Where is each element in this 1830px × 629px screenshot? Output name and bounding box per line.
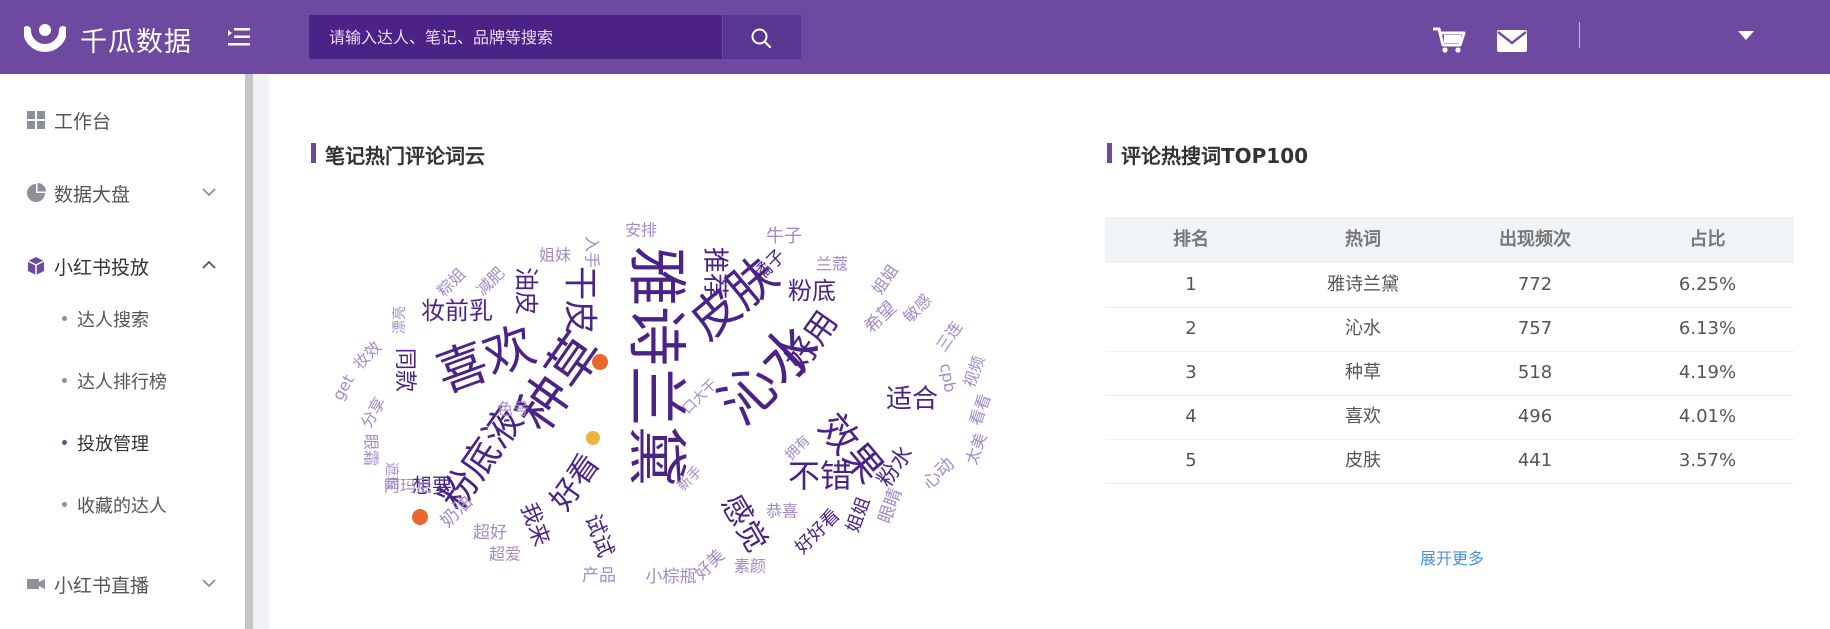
word-cloud-word: 雅诗兰黛 (620, 246, 690, 486)
cell-rank: 4 (1185, 406, 1197, 427)
word-cloud-word: 推荐 (700, 247, 730, 299)
cell-word: 沁水 (1345, 318, 1381, 339)
cell-rank: 2 (1185, 318, 1197, 339)
word-cloud-word: 素颜 (734, 557, 766, 576)
word-cloud-word: 分享 (357, 394, 389, 431)
word-cloud-word: 好美 (691, 546, 729, 584)
column-header-word: 热词 (1345, 229, 1381, 250)
table-row: 5 皮肤 441 3.57% (1105, 439, 1794, 484)
word-cloud-word: 兰蔻 (816, 255, 848, 274)
cell-ratio: 4.01% (1678, 406, 1737, 427)
emoji-icon (592, 354, 608, 370)
table-header: 排名 热词 出现频次 占比 (1105, 217, 1794, 263)
word-cloud-word: 粉底 (788, 277, 836, 305)
word-cloud-word: 干皮 (560, 266, 600, 334)
cell-frequency: 518 (1517, 362, 1553, 383)
emoji-icon (586, 431, 600, 445)
word-cloud-word: 三连 (932, 318, 966, 355)
word-cloud-word: 眼霜 (362, 434, 381, 466)
word-cloud-word: 妆效 (349, 337, 385, 373)
word-cloud-word: 牛子 (766, 226, 802, 247)
word-cloud-word: 产品 (582, 566, 616, 586)
word-cloud-word: 眼睛 (875, 485, 907, 526)
word-cloud-word: 恭喜 (766, 502, 798, 521)
word-cloud-word: 试试 (579, 511, 618, 561)
word-cloud-word: 同款 (392, 348, 417, 392)
word-cloud-word: 油皮 (512, 267, 540, 315)
word-cloud-word: 小棕瓶 (646, 567, 697, 587)
word-cloud-word: 好好看 (791, 505, 844, 558)
cell-word: 皮肤 (1345, 450, 1381, 471)
cell-frequency: 772 (1517, 274, 1553, 295)
table-row: 3 种草 518 4.19% (1105, 351, 1794, 396)
word-cloud-word: 姐姐 (843, 494, 875, 535)
word-cloud-word: 超爱 (489, 545, 521, 564)
word-cloud-word: 漂亮 (391, 306, 408, 334)
cell-rank: 5 (1185, 450, 1197, 471)
word-cloud-word: 看看 (966, 391, 995, 428)
show-more-link[interactable]: 展开更多 (1420, 545, 1484, 569)
cell-frequency: 441 (1517, 450, 1553, 471)
word-cloud-word: 超好 (473, 523, 507, 543)
word-cloud-word: 不错 (788, 457, 852, 495)
word-cloud-word: 妆前乳 (421, 297, 493, 325)
table-row: 1 雅诗兰黛 772 6.25% (1105, 263, 1794, 308)
cell-rank: 3 (1185, 362, 1197, 383)
word-cloud-word: 安排 (625, 221, 657, 240)
cell-word: 喜欢 (1345, 406, 1381, 427)
cell-ratio: 4.19% (1678, 362, 1737, 383)
word-cloud-word: get (328, 371, 358, 403)
table-row: 4 喜欢 496 4.01% (1105, 395, 1794, 440)
table-row: 2 沁水 757 6.13% (1105, 307, 1794, 352)
cell-word: 种草 (1345, 362, 1381, 383)
word-cloud-word: 感觉 (714, 489, 774, 558)
cell-frequency: 757 (1517, 318, 1553, 339)
column-header-frequency: 出现频次 (1499, 229, 1571, 250)
word-cloud-word: 希望 (860, 297, 900, 337)
word-cloud-word: 粽姐 (433, 264, 469, 300)
column-header-rank: 排名 (1173, 229, 1209, 250)
cell-ratio: 3.57% (1678, 450, 1737, 471)
word-cloud-word: 色号 (497, 400, 529, 419)
word-cloud-word: 我来 (515, 500, 554, 550)
word-cloud-word: 敏感 (899, 290, 935, 326)
word-cloud-word: 视频 (960, 353, 989, 390)
word-cloud-word: 入手 (583, 236, 602, 268)
section-accent-bar (1107, 143, 1112, 163)
column-header-ratio: 占比 (1689, 229, 1726, 250)
word-cloud-word: 好看 (544, 448, 607, 517)
word-cloud-word: 姐妹 (539, 246, 571, 265)
cell-ratio: 6.25% (1678, 274, 1737, 295)
emoji-icon (412, 509, 428, 525)
cell-rank: 1 (1185, 274, 1197, 295)
top100-title: 评论热搜词TOP100 (1121, 144, 1309, 168)
word-cloud-word: 遮瑕 (383, 462, 399, 490)
cell-ratio: 6.13% (1678, 318, 1737, 339)
word-cloud-word: 姐姐 (868, 261, 902, 298)
word-cloud-word: 太美 (962, 430, 991, 467)
word-cloud-word: 心动 (918, 453, 958, 493)
word-cloud-word: 减肥 (472, 263, 508, 299)
word-cloud-word: 适合 (886, 385, 938, 415)
word-cloud-word: cpb (936, 362, 960, 394)
cell-word: 雅诗兰黛 (1327, 274, 1399, 295)
cell-frequency: 496 (1517, 406, 1553, 427)
